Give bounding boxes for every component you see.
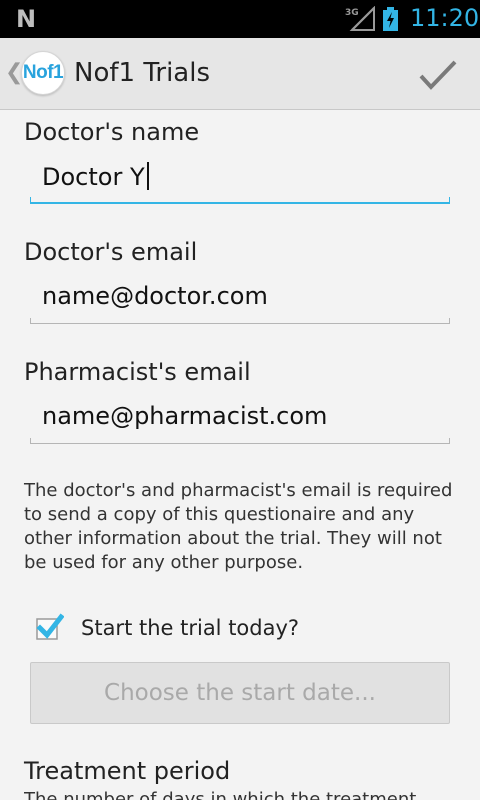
network-type-label: 3G bbox=[345, 8, 359, 18]
check-icon bbox=[419, 60, 457, 90]
field-underline bbox=[30, 197, 450, 204]
clock: 11:20 bbox=[410, 4, 480, 32]
text-cursor bbox=[146, 162, 149, 190]
email-info-text: The doctor's and pharmacist's email is r… bbox=[24, 480, 453, 573]
start-today-checkbox[interactable] bbox=[34, 613, 64, 643]
app-logo[interactable]: Nof1 bbox=[21, 51, 65, 95]
app-logo-text: Nof1 bbox=[22, 62, 64, 83]
field-underline bbox=[30, 318, 450, 324]
treatment-period-text: The number of days in which the treatmen… bbox=[24, 789, 417, 800]
doctor-email-field[interactable]: name@doctor.com bbox=[30, 278, 450, 324]
pharmacist-email-field[interactable]: name@pharmacist.com bbox=[30, 398, 450, 444]
start-today-label: Start the trial today? bbox=[81, 616, 300, 640]
action-bar: ❮ Nof1 Nof1 Trials bbox=[0, 38, 480, 110]
pharmacist-email-value: name@pharmacist.com bbox=[42, 402, 328, 430]
done-button[interactable] bbox=[412, 50, 464, 100]
notification-icon: N bbox=[16, 5, 37, 33]
page-title: Nof1 Trials bbox=[74, 58, 210, 88]
doctor-name-field[interactable]: Doctor Y bbox=[30, 158, 450, 204]
choose-start-date-button[interactable]: Choose the start date... bbox=[30, 662, 450, 724]
battery-charging-icon bbox=[383, 7, 398, 31]
doctor-name-label: Doctor's name bbox=[24, 118, 200, 146]
pharmacist-email-label: Pharmacist's email bbox=[24, 358, 251, 386]
doctor-email-label: Doctor's email bbox=[24, 238, 198, 266]
signal-icon: 3G bbox=[345, 6, 375, 31]
treatment-period-title: Treatment period bbox=[24, 757, 231, 785]
status-bar: N 3G 11:20 bbox=[0, 0, 480, 38]
doctor-name-value: Doctor Y bbox=[42, 163, 145, 191]
doctor-email-value: name@doctor.com bbox=[42, 282, 268, 310]
start-today-row[interactable]: Start the trial today? bbox=[34, 610, 299, 646]
field-underline bbox=[30, 438, 450, 444]
